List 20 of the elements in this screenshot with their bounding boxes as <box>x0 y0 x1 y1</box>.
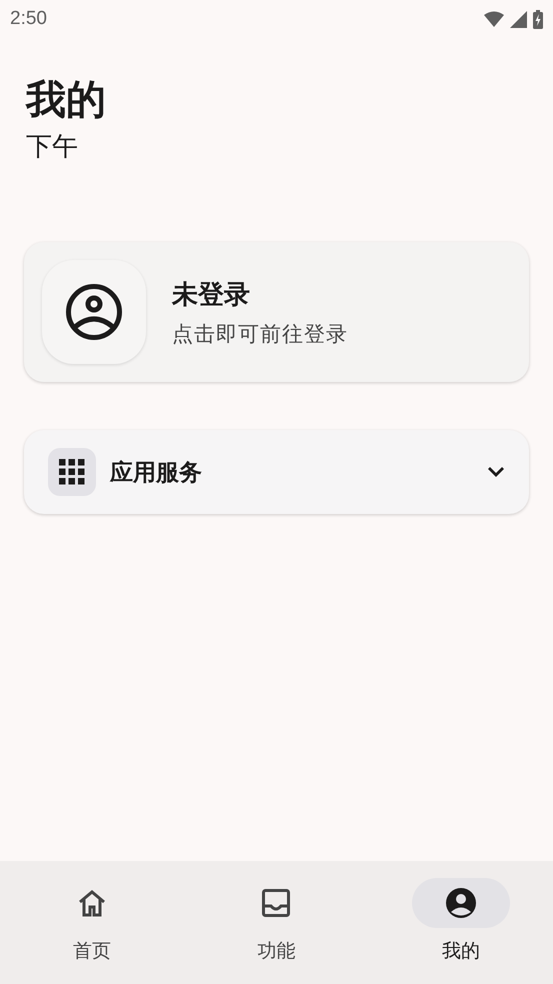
home-icon <box>77 889 108 917</box>
services-label: 应用服务 <box>110 458 203 488</box>
page-title: 我的 <box>26 76 107 125</box>
grid-icon <box>59 459 85 485</box>
nav-tab[interactable]: 功能 <box>184 861 369 984</box>
account-name: 未登录 <box>172 278 251 312</box>
services-row[interactable]: 应用服务 <box>24 430 529 514</box>
status-time: 2:50 <box>10 8 47 30</box>
account-icon <box>446 888 476 918</box>
account-icon <box>65 283 123 341</box>
nav-tab[interactable]: 首页 <box>0 861 184 984</box>
chevron-icon <box>487 466 505 478</box>
nav-tab[interactable]: 我的 <box>368 861 553 984</box>
signal-icon <box>510 10 527 28</box>
account-card[interactable]: 未登录 点击即可前往登录 <box>24 242 529 382</box>
battery-charging-icon <box>533 10 543 28</box>
login-hint: 点击即可前往登录 <box>172 320 348 348</box>
page-subtitle: 下午 <box>26 131 79 164</box>
wifi-icon <box>484 11 504 27</box>
inbox-icon <box>262 889 290 917</box>
